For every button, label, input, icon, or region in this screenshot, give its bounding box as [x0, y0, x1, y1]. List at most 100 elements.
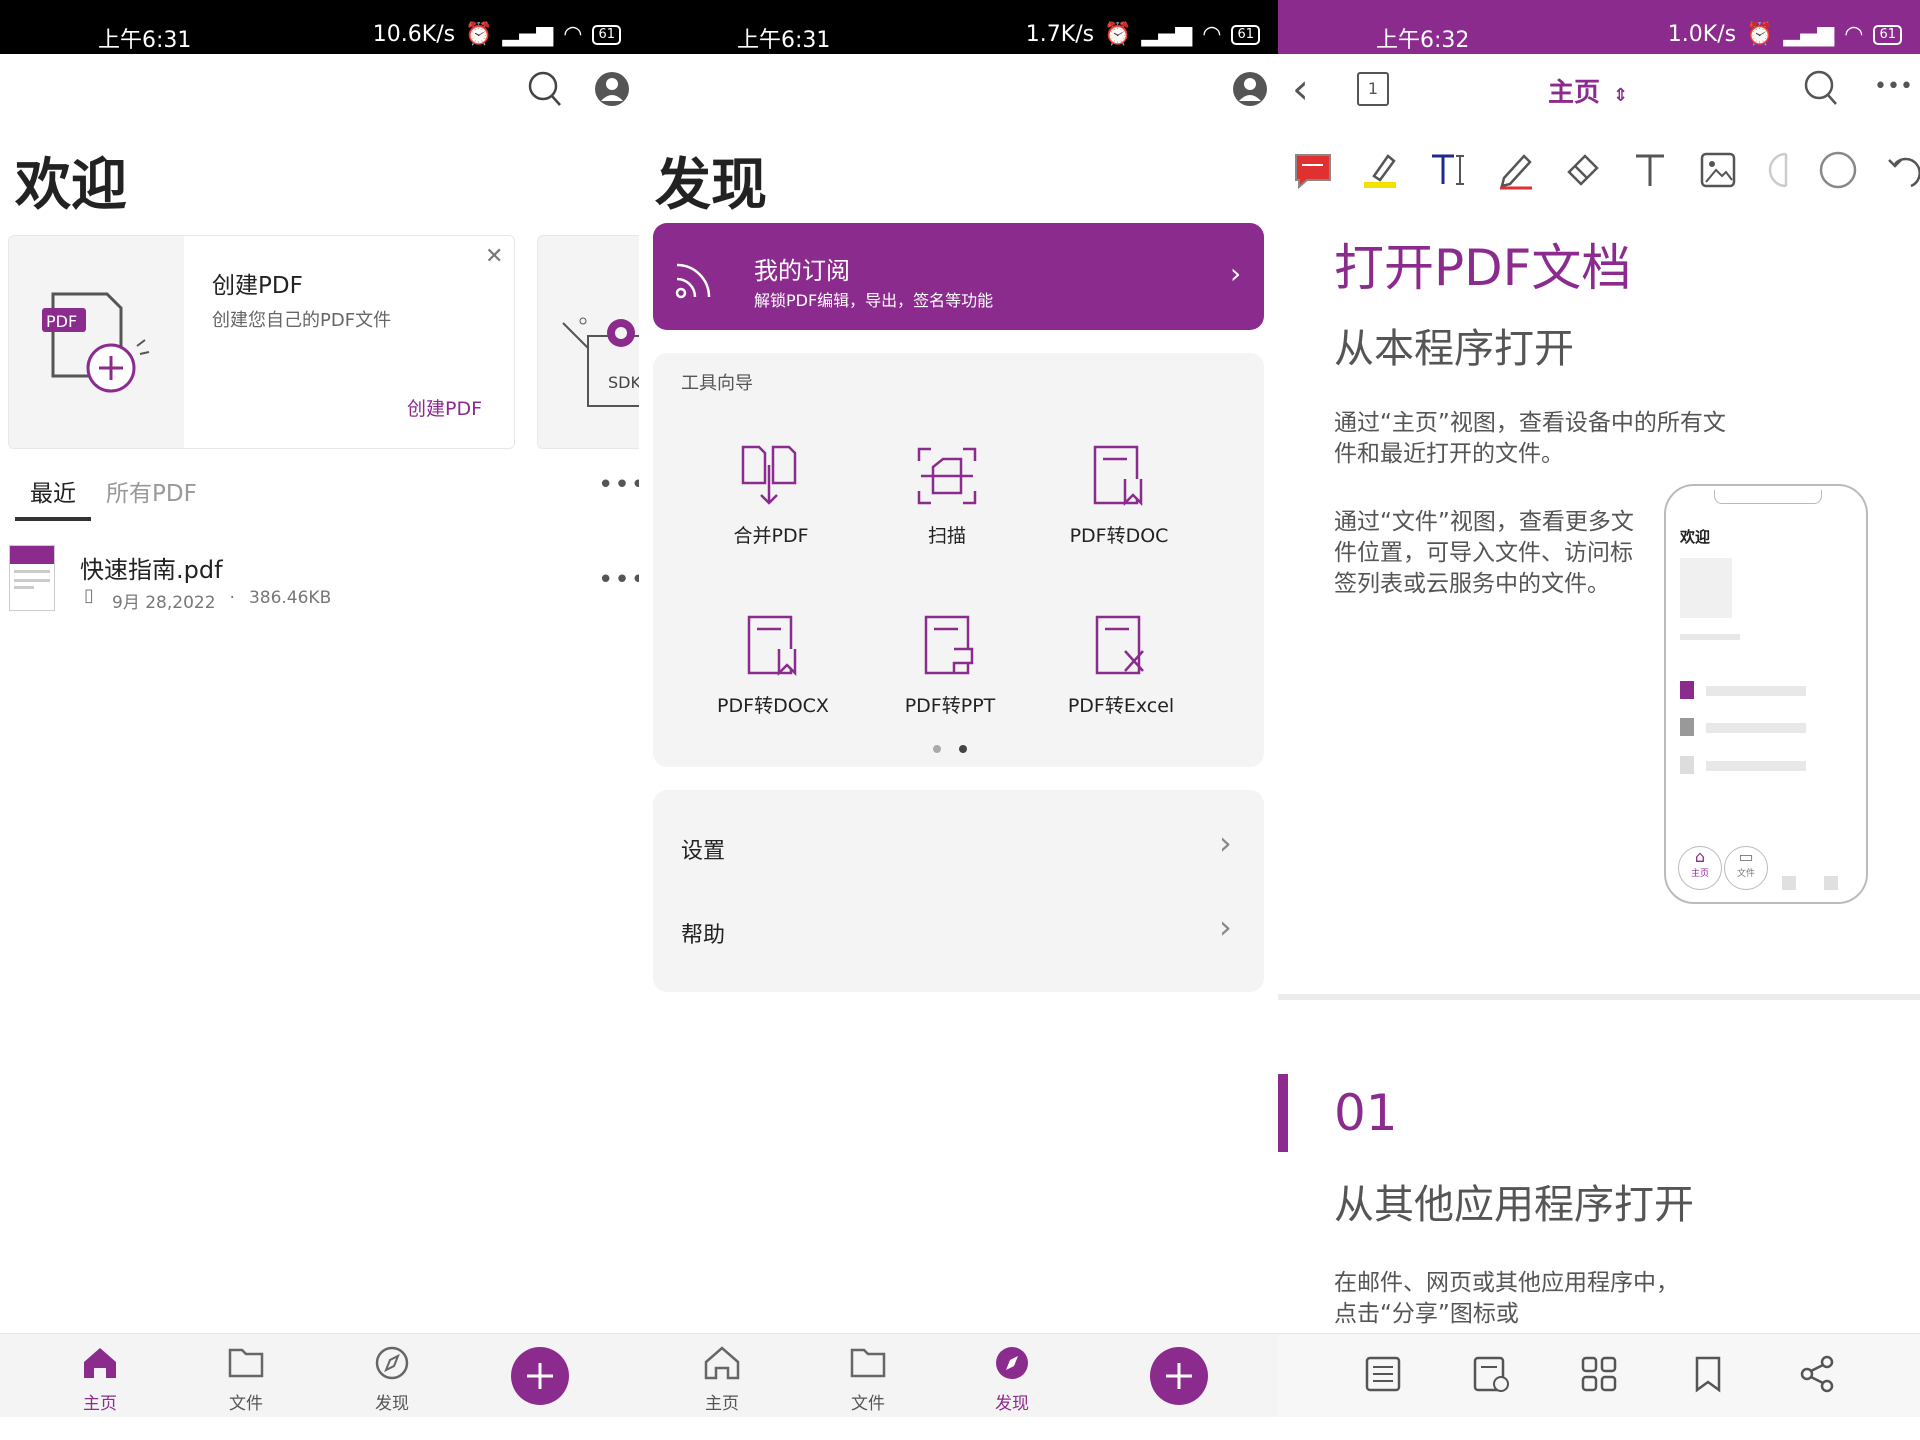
menu-label: 帮助	[681, 917, 725, 949]
merge-pdf-icon	[739, 445, 803, 507]
reading-mode-icon[interactable]	[1471, 1354, 1511, 1394]
shape-icon[interactable]	[1818, 150, 1858, 190]
home-indicator	[836, 1424, 1082, 1430]
tab-recent[interactable]: 最近	[15, 474, 91, 508]
network-speed: 1.0K/s	[1668, 22, 1736, 47]
status-time: 上午6:31	[737, 22, 830, 54]
file-date: 9月 28,2022	[112, 588, 216, 613]
stamp-icon[interactable]	[1766, 150, 1806, 190]
nav-files[interactable]: 文件	[206, 1346, 286, 1414]
tool-pdf-to-docx[interactable]: PDF转DOCX	[703, 615, 843, 718]
doc-heading-3: 从其他应用程序打开	[1334, 1172, 1694, 1230]
file-name: 快速指南.pdf	[80, 550, 223, 585]
sdk-card[interactable]: SDK	[537, 235, 639, 449]
text-insert-icon[interactable]	[1428, 150, 1468, 190]
subscription-banner[interactable]: 我的订阅 解锁PDF编辑，导出，签名等功能 ›	[653, 223, 1264, 330]
battery-icon: 61	[592, 25, 621, 45]
phone-home-icon: ⌂主页	[1678, 846, 1722, 890]
tab-all-pdf[interactable]: 所有PDF	[106, 474, 197, 508]
more-options-icon[interactable]: •••	[598, 470, 639, 500]
create-pdf-link[interactable]: 创建PDF	[407, 394, 482, 421]
nav-files[interactable]: 文件	[828, 1346, 908, 1414]
tab-indicator	[15, 517, 91, 521]
tool-pdf-to-doc[interactable]: PDF转DOC	[1049, 445, 1189, 548]
nav-home-label: 主页	[682, 1389, 762, 1414]
nav-home[interactable]: 主页	[682, 1346, 762, 1414]
signal-icon: ▂▄▆	[1783, 22, 1834, 47]
more-options-icon[interactable]: •••	[1874, 74, 1913, 99]
add-fab-button[interactable]	[1150, 1347, 1208, 1405]
bookmark-icon[interactable]	[1688, 1354, 1728, 1394]
search-icon[interactable]	[1804, 70, 1838, 106]
text-tool-icon[interactable]	[1630, 150, 1670, 190]
account-icon[interactable]	[1232, 71, 1268, 107]
signal-icon: ▂▄▆	[1141, 22, 1192, 47]
pdf-to-ppt-icon	[918, 615, 982, 677]
back-icon[interactable]: ‹	[1292, 64, 1309, 113]
tool-merge-pdf[interactable]: 合并PDF	[711, 445, 831, 548]
file-list-item[interactable]: 快速指南.pdf ▯ 9月 28,2022 · 386.46KB •••	[0, 540, 639, 620]
highlighter-icon[interactable]	[1360, 150, 1400, 190]
menu-item-help[interactable]: 帮助 ›	[653, 896, 1264, 966]
signal-icon: ▂▄▆	[502, 22, 553, 47]
status-bar: 上午6:32 1.0K/s ⏰ ▂▄▆ ◠ 61	[1278, 0, 1920, 54]
page-title: 发现	[655, 140, 767, 221]
home-screen: 上午6:31 10.6K/s ⏰ ▂▄▆ ◠ 61 欢迎 PDF	[0, 0, 639, 1440]
add-fab-button[interactable]	[511, 1347, 569, 1405]
menu-label: 设置	[681, 833, 725, 865]
nav-home[interactable]: 主页	[60, 1346, 140, 1414]
page-dot[interactable]	[933, 745, 941, 753]
nav-discover[interactable]: 发现	[972, 1346, 1052, 1414]
plus-icon	[525, 1361, 555, 1391]
view-selector[interactable]: 主页 ⇕	[1548, 72, 1628, 109]
chevron-right-icon: ›	[1230, 257, 1241, 290]
tool-pdf-to-excel[interactable]: PDF转Excel	[1046, 615, 1196, 718]
pdf-to-doc-icon	[1087, 445, 1151, 507]
card-description: 创建您自己的PDF文件	[212, 306, 391, 332]
comment-icon[interactable]	[1293, 150, 1333, 190]
chevron-right-icon: ›	[1219, 824, 1232, 862]
tool-scan[interactable]: 扫描	[887, 445, 1007, 548]
share-icon[interactable]	[1797, 1354, 1837, 1394]
page-divider	[1278, 994, 1920, 1000]
undo-icon[interactable]	[1885, 150, 1920, 190]
status-bar: 上午6:31 1.7K/s ⏰ ▂▄▆ ◠ 61	[639, 0, 1278, 54]
phone-folder-icon: ▭文件	[1724, 846, 1768, 890]
alarm-icon: ⏰	[1746, 22, 1773, 47]
tool-pdf-to-ppt[interactable]: PDF转PPT	[880, 615, 1020, 718]
page-number-button[interactable]: 1	[1357, 72, 1389, 106]
thumbnails-icon[interactable]	[1579, 1354, 1619, 1394]
phone-illustration: 欢迎 ⌂主页 ▭文件	[1664, 484, 1868, 904]
image-icon[interactable]	[1698, 150, 1738, 190]
create-pdf-card[interactable]: PDF 创建PDF 创建您自己的PDF文件 创建PDF ✕	[8, 235, 515, 449]
page-dot-active[interactable]	[959, 745, 967, 753]
create-pdf-icon	[9, 236, 184, 449]
subscription-feed-icon	[673, 257, 717, 301]
wifi-icon: ◠	[1202, 22, 1221, 47]
nav-files-label: 文件	[828, 1389, 908, 1414]
nav-discover[interactable]: 发现	[352, 1346, 432, 1414]
eraser-icon[interactable]	[1563, 150, 1603, 190]
network-speed: 10.6K/s	[373, 22, 455, 47]
scan-icon	[915, 445, 979, 507]
file-more-icon[interactable]: •••	[598, 565, 639, 595]
pdf-badge: PDF	[46, 312, 77, 331]
phone-storage-icon: ▯	[84, 585, 94, 606]
sdk-gear-icon	[538, 236, 639, 449]
folder-icon	[848, 1346, 888, 1380]
meta-separator: ·	[230, 588, 235, 613]
pen-icon[interactable]	[1496, 150, 1536, 190]
subscription-subtitle: 解锁PDF编辑，导出，签名等功能	[754, 287, 993, 311]
wifi-icon: ◠	[1844, 22, 1863, 47]
view-title: 主页	[1548, 78, 1600, 108]
tool-label: 扫描	[887, 521, 1007, 548]
plus-icon	[1164, 1361, 1194, 1391]
phone-nav-label: 主页	[1691, 869, 1709, 879]
menu-item-settings[interactable]: 设置 ›	[653, 810, 1264, 880]
viewer-bottom-toolbar	[1278, 1333, 1920, 1417]
close-icon[interactable]: ✕	[485, 244, 503, 269]
search-icon[interactable]	[528, 71, 562, 107]
phone-title: 欢迎	[1680, 526, 1710, 547]
outline-icon[interactable]	[1363, 1354, 1403, 1394]
account-icon[interactable]	[594, 71, 630, 107]
